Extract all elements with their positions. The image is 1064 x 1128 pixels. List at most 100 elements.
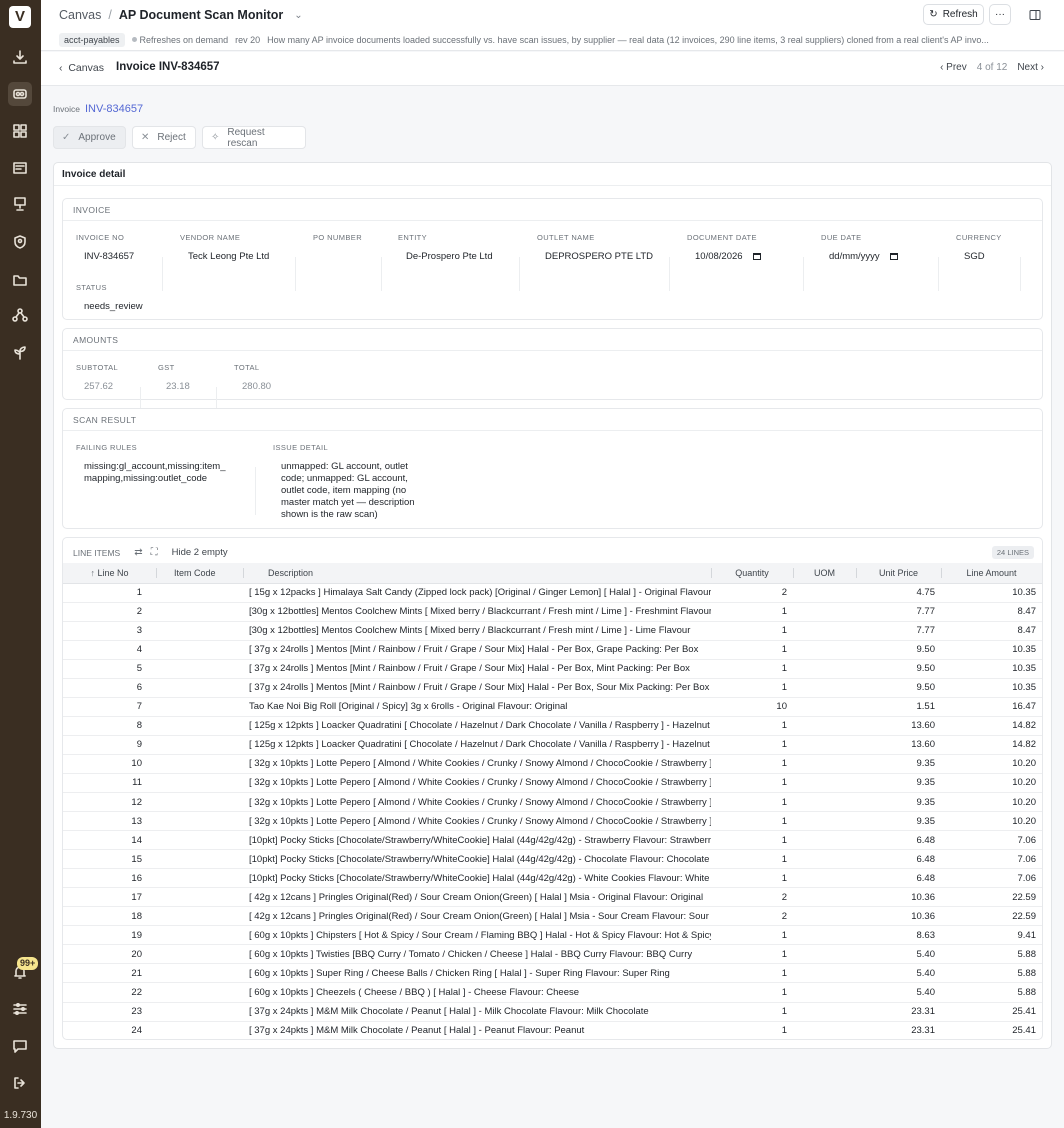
table-row[interactable]: 8 [ 125g x 12pkts ] Loacker Quadratini [ … xyxy=(63,716,1042,736)
document-icon[interactable] xyxy=(8,156,32,180)
table-row[interactable]: 12 [ 32g x 10pkts ] Lotte Pepero [ Almond… xyxy=(63,792,1042,813)
table-cell: [ 32g x 10pkts ] Lotte Pepero [ Almond /… xyxy=(243,792,711,813)
table-row[interactable]: 10 [ 32g x 10pkts ] Lotte Pepero [ Almond… xyxy=(63,754,1042,774)
field-label: Issue Detail xyxy=(273,443,329,452)
table-row[interactable]: 17 [ 42g x 12cans ] Pringles Original(Red… xyxy=(63,887,1042,908)
more-options-button[interactable]: ··· xyxy=(989,4,1011,25)
refresh-button[interactable]: ↻ Refresh xyxy=(923,4,984,25)
sliders-icon[interactable] xyxy=(8,997,32,1021)
expand-icon[interactable]: ⛶ xyxy=(151,547,158,558)
currency-field: Currency SGD xyxy=(956,233,1002,263)
table-cell: 2 xyxy=(63,602,156,622)
table-row[interactable]: 7 Tao Kae Noi Big Roll [Original / Spicy]… xyxy=(63,697,1042,717)
breadcrumb-root[interactable]: Canvas xyxy=(59,8,101,22)
column-header[interactable]: Line Amount xyxy=(941,563,1042,584)
table-row[interactable]: 2 [30g x 12bottles] Mentos Coolchew Mints… xyxy=(63,602,1042,622)
table-row[interactable]: 20 [ 60g x 10pkts ] Twisties [BBQ Curry /… xyxy=(63,944,1042,965)
table-cell: 6.48 xyxy=(856,849,941,870)
pager-position: 4 of 12 xyxy=(976,62,1008,73)
back-link[interactable]: ‹ Canvas xyxy=(59,62,104,74)
calendar-icon[interactable] xyxy=(889,253,898,260)
prev-label: Prev xyxy=(946,62,967,73)
approve-button[interactable]: ✓ Approve xyxy=(53,126,126,149)
divider xyxy=(295,257,296,291)
table-row[interactable]: 14 [10pkt] Pocky Sticks [Chocolate/Strawb… xyxy=(63,830,1042,851)
section-heading: SCAN RESULT xyxy=(63,409,1042,431)
chevron-down-icon[interactable]: ⌄ xyxy=(294,10,302,21)
table-cell: 5 xyxy=(63,659,156,679)
table-cell: 7.06 xyxy=(941,830,1042,851)
reject-label: Reject xyxy=(157,132,186,143)
chat-icon[interactable] xyxy=(8,1034,32,1058)
table-row[interactable]: 18 [ 42g x 12cans ] Pringles Original(Red… xyxy=(63,906,1042,927)
table-row[interactable]: 1 [ 15g x 12packs ] Himalaya Salt Candy (… xyxy=(63,583,1042,603)
prev-button[interactable]: ‹ Prev xyxy=(940,62,967,73)
table-cell: 7.77 xyxy=(856,621,941,641)
table-cell xyxy=(156,887,243,908)
status-value: needs_review xyxy=(84,301,143,312)
invoice-ref-link[interactable]: INV-834657 xyxy=(85,103,143,115)
table-cell: [ 32g x 10pkts ] Lotte Pepero [ Almond /… xyxy=(243,773,711,794)
column-header[interactable]: Item Code xyxy=(156,563,243,584)
table-cell xyxy=(156,659,243,679)
sort-ascending-icon[interactable]: ↑ xyxy=(90,568,97,578)
app-version: 1.9.730 xyxy=(3,1110,38,1121)
table-row[interactable]: 16 [10pkt] Pocky Sticks [Chocolate/Strawb… xyxy=(63,868,1042,889)
table-row[interactable]: 15 [10pkt] Pocky Sticks [Chocolate/Strawb… xyxy=(63,849,1042,870)
table-cell: [ 37g x 24rolls ] Mentos [Mint / Rainbow… xyxy=(243,659,711,679)
field-value[interactable]: SGD xyxy=(956,251,1002,263)
table-row[interactable]: 24 [ 37g x 24pkts ] M&M Milk Chocolate / … xyxy=(63,1021,1042,1039)
column-header[interactable]: Quantity xyxy=(711,563,793,584)
due-date-input[interactable]: dd/mm/yyyy xyxy=(821,251,898,263)
collapse-icon[interactable]: ⇄ xyxy=(134,547,142,558)
table-row[interactable]: 3 [30g x 12bottles] Mentos Coolchew Mints… xyxy=(63,621,1042,641)
table-cell: [ 37g x 24pkts ] M&M Milk Chocolate / Pe… xyxy=(243,1021,711,1039)
divider xyxy=(938,257,939,291)
field-value[interactable]: Teck Leong Pte Ltd xyxy=(180,251,269,263)
table-row[interactable]: 5 [ 37g x 24rolls ] Mentos [Mint / Rainbo… xyxy=(63,659,1042,679)
glasses-icon[interactable] xyxy=(8,82,32,106)
table-cell: 10.35 xyxy=(941,659,1042,679)
table-cell xyxy=(156,678,243,698)
panel-toggle-icon[interactable] xyxy=(1024,4,1046,25)
table-cell: 9.50 xyxy=(856,640,941,660)
network-icon[interactable] xyxy=(8,303,32,327)
shield-icon[interactable] xyxy=(8,230,32,254)
table-row[interactable]: 4 [ 37g x 24rolls ] Mentos [Mint / Rainbo… xyxy=(63,640,1042,660)
download-icon[interactable] xyxy=(8,45,32,69)
table-row[interactable]: 22 [ 60g x 10pkts ] Cheezels ( Cheese / B… xyxy=(63,982,1042,1003)
next-button[interactable]: Next › xyxy=(1017,62,1044,73)
table-row[interactable]: 19 [ 60g x 10pkts ] Chipsters [ Hot & Spi… xyxy=(63,925,1042,946)
logout-icon[interactable] xyxy=(8,1071,32,1095)
table-cell xyxy=(793,678,856,698)
request-rescan-button[interactable]: ✧ Request rescan xyxy=(202,126,306,149)
invoice-ref-label: Invoice xyxy=(53,104,80,114)
document-date-input[interactable]: 10/08/2026 xyxy=(687,251,761,263)
field-value[interactable]: DEPROSPERO PTE LTD xyxy=(537,251,653,263)
hide-empty-toggle[interactable]: Hide 2 empty xyxy=(172,547,228,558)
canvas-meta: acct-payables Refreshes on demand rev 20… xyxy=(59,33,1049,47)
column-header[interactable]: Unit Price xyxy=(856,563,941,584)
table-row[interactable]: 6 [ 37g x 24rolls ] Mentos [Mint / Rainbo… xyxy=(63,678,1042,698)
field-value[interactable]: De-Prospero Pte Ltd xyxy=(398,251,493,263)
invoice-no-field: Invoice No INV-834657 xyxy=(76,233,134,263)
folder-icon[interactable] xyxy=(8,268,32,292)
app-logo[interactable]: V xyxy=(9,6,31,28)
table-row[interactable]: 11 [ 32g x 10pkts ] Lotte Pepero [ Almond… xyxy=(63,773,1042,794)
status-field: Status needs_review xyxy=(76,283,143,313)
plant-icon[interactable] xyxy=(8,341,32,365)
table-row[interactable]: 9 [ 125g x 12pkts ] Loacker Quadratini [ … xyxy=(63,735,1042,755)
column-header-sorted[interactable]: ↑ Line No xyxy=(63,563,156,584)
table-row[interactable]: 23 [ 37g x 24pkts ] M&M Milk Chocolate / … xyxy=(63,1002,1042,1022)
reject-button[interactable]: ✕ Reject xyxy=(132,126,196,149)
calendar-icon[interactable] xyxy=(752,253,761,260)
column-header[interactable]: UOM xyxy=(793,563,856,584)
table-row[interactable]: 21 [ 60g x 10pkts ] Super Ring / Cheese B… xyxy=(63,963,1042,984)
grid-icon[interactable] xyxy=(8,119,32,143)
monitor-icon[interactable] xyxy=(8,192,32,216)
table-cell xyxy=(156,735,243,755)
column-header[interactable]: Description xyxy=(243,563,711,584)
table-cell: 1 xyxy=(711,735,793,755)
table-row[interactable]: 13 [ 32g x 10pkts ] Lotte Pepero [ Almond… xyxy=(63,811,1042,832)
table-cell: 2 xyxy=(711,906,793,927)
